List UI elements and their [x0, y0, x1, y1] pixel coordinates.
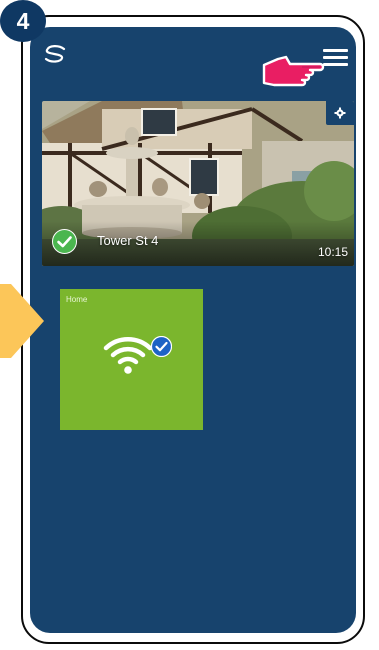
device-label: Home: [66, 295, 88, 304]
step-number-badge: 4: [0, 0, 46, 42]
verified-check-icon: [151, 336, 172, 357]
hamburger-menu-icon[interactable]: [323, 49, 348, 67]
location-name: Tower St 4: [97, 233, 159, 248]
wifi-icon: [103, 337, 153, 374]
instruction-canvas: 4 Tower St 4 10:15 Home: [0, 0, 379, 650]
check-circle-icon: [52, 229, 77, 254]
app-logo-icon: [44, 45, 66, 63]
top-bar: [30, 27, 356, 87]
side-arrow-icon: [0, 284, 44, 358]
location-time: 10:15: [317, 245, 348, 259]
location-settings-button[interactable]: [326, 101, 354, 125]
location-photo: [42, 101, 354, 266]
app-screen: Tower St 4 10:15 Home: [30, 27, 356, 633]
device-tile-home[interactable]: Home: [60, 289, 203, 430]
phone-frame: Tower St 4 10:15 Home: [21, 15, 365, 644]
gear-icon: [334, 107, 346, 119]
location-card[interactable]: Tower St 4 10:15: [42, 101, 354, 266]
step-number: 4: [16, 7, 30, 34]
